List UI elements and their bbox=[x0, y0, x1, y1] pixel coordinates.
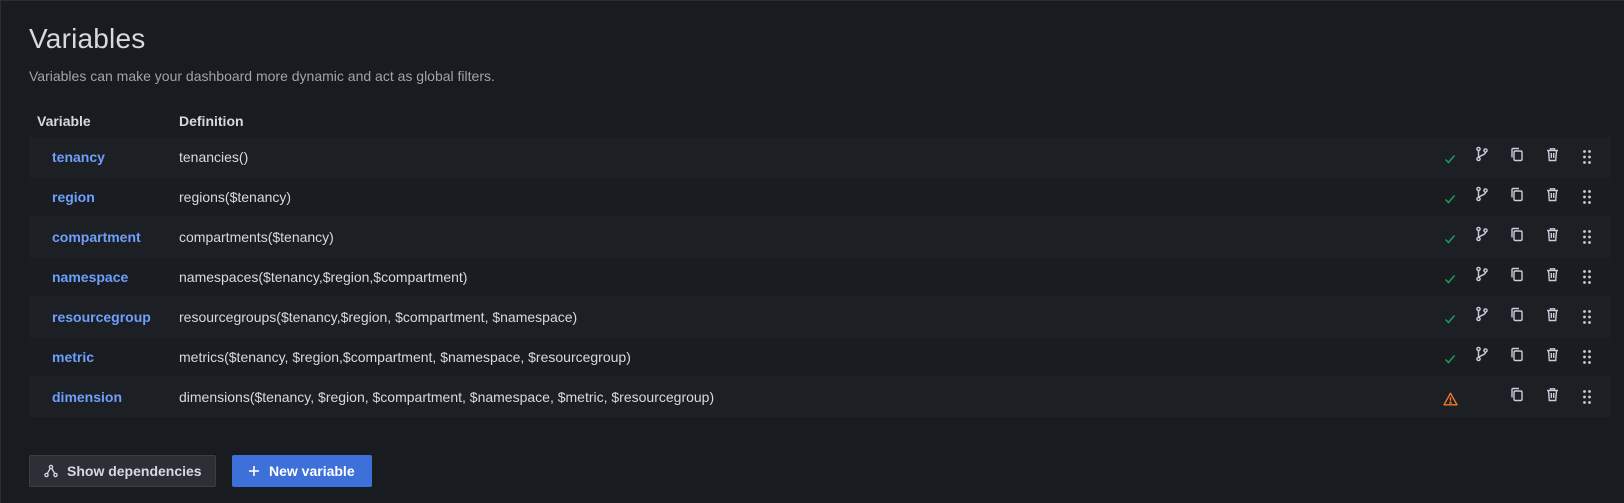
variable-name-link[interactable]: region bbox=[29, 189, 179, 205]
trash-icon[interactable] bbox=[1543, 345, 1561, 363]
drag-handle-icon[interactable] bbox=[1578, 308, 1596, 326]
trash-icon[interactable] bbox=[1543, 265, 1561, 283]
copy-icon[interactable] bbox=[1508, 265, 1526, 283]
table-row: compartment compartments($tenancy) bbox=[29, 217, 1611, 257]
row-actions bbox=[1441, 177, 1611, 217]
table-row: namespace namespaces($tenancy,$region,$co… bbox=[29, 257, 1611, 297]
drag-handle-icon[interactable] bbox=[1578, 228, 1596, 246]
table-body: tenancy tenancies() region regions($tenancy… bbox=[29, 137, 1611, 417]
variables-table: Variable Definition tenancy tenancies() re… bbox=[29, 104, 1611, 417]
new-variable-label: New variable bbox=[269, 463, 355, 479]
copy-icon[interactable] bbox=[1508, 185, 1526, 203]
drag-handle-icon[interactable] bbox=[1578, 388, 1596, 406]
drag-handle-icon[interactable] bbox=[1578, 148, 1596, 166]
page-title: Variables bbox=[29, 23, 146, 54]
variable-name-link[interactable]: compartment bbox=[29, 229, 179, 245]
variable-definition: namespaces($tenancy,$region,$compartment… bbox=[179, 268, 468, 285]
row-actions bbox=[1441, 337, 1611, 377]
variable-name-link[interactable]: resourcegroup bbox=[29, 309, 179, 325]
column-header-variable: Variable bbox=[37, 112, 91, 129]
table-row: tenancy tenancies() bbox=[29, 137, 1611, 177]
branch-icon[interactable] bbox=[1473, 345, 1491, 363]
copy-icon[interactable] bbox=[1508, 305, 1526, 323]
table-header: Variable Definition bbox=[29, 104, 1611, 137]
check-icon bbox=[1441, 230, 1459, 248]
row-actions bbox=[1441, 377, 1611, 417]
copy-icon[interactable] bbox=[1508, 145, 1526, 163]
variable-definition: metrics($tenancy, $region,$compartment, … bbox=[179, 348, 631, 365]
table-row: region regions($tenancy) bbox=[29, 177, 1611, 217]
copy-icon[interactable] bbox=[1508, 345, 1526, 363]
warning-triangle-icon bbox=[1441, 390, 1459, 408]
row-actions bbox=[1441, 137, 1611, 177]
variable-name-link[interactable]: metric bbox=[29, 349, 179, 365]
branch-icon[interactable] bbox=[1473, 145, 1491, 163]
page-subtitle: Variables can make your dashboard more d… bbox=[29, 68, 495, 84]
drag-handle-icon[interactable] bbox=[1578, 268, 1596, 286]
check-icon bbox=[1441, 270, 1459, 288]
trash-icon[interactable] bbox=[1543, 185, 1561, 203]
row-actions bbox=[1441, 257, 1611, 297]
row-actions bbox=[1441, 217, 1611, 257]
branch-icon[interactable] bbox=[1473, 305, 1491, 323]
variable-definition: compartments($tenancy) bbox=[179, 228, 334, 245]
branch-icon[interactable] bbox=[1473, 265, 1491, 283]
table-row: resourcegroup resourcegroups($tenancy,$re… bbox=[29, 297, 1611, 337]
variable-definition: resourcegroups($tenancy,$region, $compar… bbox=[179, 308, 578, 325]
show-dependencies-label: Show dependencies bbox=[67, 463, 202, 479]
branch-icon[interactable] bbox=[1473, 185, 1491, 203]
variable-definition: tenancies() bbox=[179, 148, 249, 165]
check-icon bbox=[1441, 190, 1459, 208]
check-icon bbox=[1441, 310, 1459, 328]
branch-icon[interactable] bbox=[1473, 225, 1491, 243]
trash-icon[interactable] bbox=[1543, 305, 1561, 323]
column-header-definition: Definition bbox=[179, 112, 244, 129]
variable-name-link[interactable]: dimension bbox=[29, 389, 179, 405]
new-variable-button[interactable]: New variable bbox=[232, 455, 372, 487]
check-icon bbox=[1441, 350, 1459, 368]
table-row: dimension dimensions($tenancy, $region, $… bbox=[29, 377, 1611, 417]
copy-icon[interactable] bbox=[1508, 385, 1526, 403]
trash-icon[interactable] bbox=[1543, 145, 1561, 163]
table-row: metric metrics($tenancy, $region,$compart… bbox=[29, 337, 1611, 377]
row-actions bbox=[1441, 297, 1611, 337]
variable-definition: dimensions($tenancy, $region, $compartme… bbox=[179, 388, 715, 405]
variable-name-link[interactable]: tenancy bbox=[29, 149, 179, 165]
trash-icon[interactable] bbox=[1543, 385, 1561, 403]
plus-icon bbox=[248, 465, 260, 477]
copy-icon[interactable] bbox=[1508, 225, 1526, 243]
trash-icon[interactable] bbox=[1543, 225, 1561, 243]
show-dependencies-button[interactable]: Show dependencies bbox=[29, 455, 216, 487]
check-icon bbox=[1441, 150, 1459, 168]
variables-page: Variables Variables can make your dashbo… bbox=[0, 0, 1624, 503]
drag-handle-icon[interactable] bbox=[1578, 188, 1596, 206]
variable-name-link[interactable]: namespace bbox=[29, 269, 179, 285]
graph-nodes-icon bbox=[44, 464, 58, 478]
variable-definition: regions($tenancy) bbox=[179, 188, 292, 205]
drag-handle-icon[interactable] bbox=[1578, 348, 1596, 366]
